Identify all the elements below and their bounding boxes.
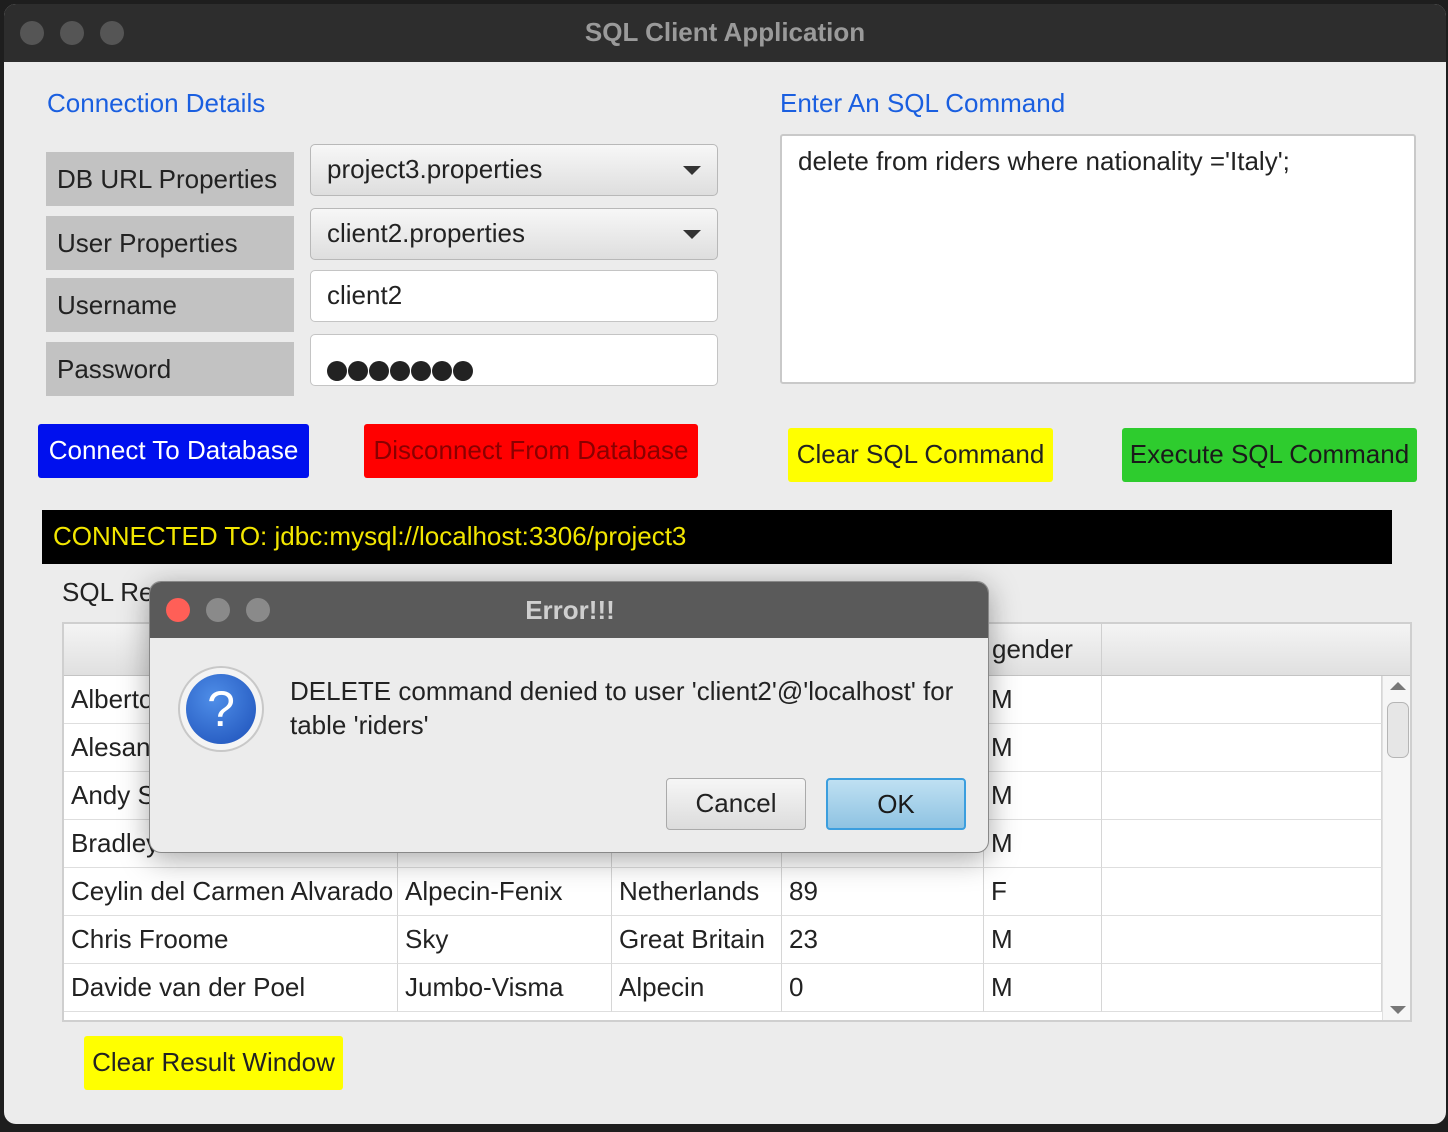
user-properties-dropdown[interactable]: client2.properties — [310, 208, 718, 260]
table-cell[interactable]: Alpecin — [612, 964, 782, 1012]
password-input[interactable] — [310, 334, 718, 386]
connection-details-title: Connection Details — [47, 88, 266, 118]
connection-status: CONNECTED TO: jdbc:mysql://localhost:330… — [42, 510, 1392, 564]
table-cell[interactable]: Alpecin-Fenix — [398, 868, 612, 916]
table-cell[interactable]: Chris Froome — [64, 916, 398, 964]
dialog-message-line: DELETE command denied to user 'client2'@… — [290, 676, 954, 706]
dialog-title-bar: Error!!! — [150, 582, 988, 638]
error-dialog: Error!!! ? DELETE command denied to user… — [149, 581, 989, 853]
execute-sql-button[interactable]: Execute SQL Command — [1122, 428, 1417, 482]
question-icon: ? — [178, 666, 264, 752]
title-bar: SQL Client Application — [4, 4, 1446, 62]
table-cell[interactable]: Netherlands — [612, 868, 782, 916]
table-cell[interactable]: Davide van der Poel — [64, 964, 398, 1012]
table-cell[interactable]: Ceylin del Carmen Alvarado — [64, 868, 398, 916]
ok-button[interactable]: OK — [826, 778, 966, 830]
table-cell[interactable]: 89 — [782, 868, 984, 916]
table-cell[interactable]: M — [984, 820, 1102, 868]
table-cell[interactable] — [1102, 820, 1382, 868]
scrollbar-thumb[interactable] — [1387, 702, 1409, 758]
main-window: SQL Client Application Connection Detail… — [4, 4, 1446, 1124]
clear-sql-button[interactable]: Clear SQL Command — [788, 428, 1053, 482]
table-cell[interactable] — [1102, 724, 1382, 772]
vertical-scrollbar[interactable] — [1382, 676, 1410, 1020]
password-dot — [411, 361, 431, 381]
table-cell[interactable]: M — [984, 964, 1102, 1012]
table-cell[interactable] — [1102, 868, 1382, 916]
db-url-dropdown[interactable]: project3.properties — [310, 144, 718, 196]
user-properties-dropdown-value: client2.properties — [327, 218, 525, 248]
table-cell[interactable]: M — [984, 724, 1102, 772]
table-cell[interactable]: 23 — [782, 916, 984, 964]
table-cell[interactable]: Jumbo-Visma — [398, 964, 612, 1012]
scroll-down-icon[interactable] — [1390, 1006, 1406, 1014]
connect-button[interactable]: Connect To Database — [38, 424, 309, 478]
username-input[interactable]: client2 — [310, 270, 718, 322]
chevron-down-icon — [683, 230, 701, 239]
table-cell[interactable]: M — [984, 916, 1102, 964]
table-cell[interactable]: F — [984, 868, 1102, 916]
table-cell[interactable] — [1102, 964, 1382, 1012]
password-dot — [327, 361, 347, 381]
table-cell[interactable]: 0 — [782, 964, 984, 1012]
table-cell[interactable] — [1102, 676, 1382, 724]
db-url-dropdown-value: project3.properties — [327, 154, 543, 184]
password-dot — [348, 361, 368, 381]
table-cell[interactable] — [1102, 916, 1382, 964]
dialog-message-line: table 'riders' — [290, 710, 429, 740]
column-header-gender[interactable]: gender — [984, 624, 1102, 676]
password-dot — [432, 361, 452, 381]
username-label: Username — [46, 278, 294, 332]
scroll-up-icon[interactable] — [1390, 682, 1406, 690]
table-cell[interactable] — [1102, 772, 1382, 820]
table-cell[interactable]: M — [984, 676, 1102, 724]
password-dot — [369, 361, 389, 381]
sql-command-title: Enter An SQL Command — [780, 88, 1066, 118]
column-header[interactable] — [1102, 624, 1410, 676]
user-properties-label: User Properties — [46, 216, 294, 270]
dialog-title: Error!!! — [525, 595, 615, 625]
password-dot — [453, 361, 473, 381]
table-cell[interactable]: Sky — [398, 916, 612, 964]
table-cell[interactable]: M — [984, 772, 1102, 820]
table-cell[interactable]: Great Britain — [612, 916, 782, 964]
password-label: Password — [46, 342, 294, 396]
db-url-label: DB URL Properties — [46, 152, 294, 206]
chevron-down-icon — [683, 166, 701, 175]
password-dot — [390, 361, 410, 381]
window-title: SQL Client Application — [584, 17, 866, 47]
dialog-message: DELETE command denied to user 'client2'@… — [290, 674, 970, 742]
clear-result-button[interactable]: Clear Result Window — [84, 1036, 343, 1090]
cancel-button[interactable]: Cancel — [666, 778, 806, 830]
sql-command-textarea[interactable]: delete from riders where nationality ='I… — [780, 134, 1416, 384]
disconnect-button[interactable]: Disconnect From Database — [364, 424, 698, 478]
